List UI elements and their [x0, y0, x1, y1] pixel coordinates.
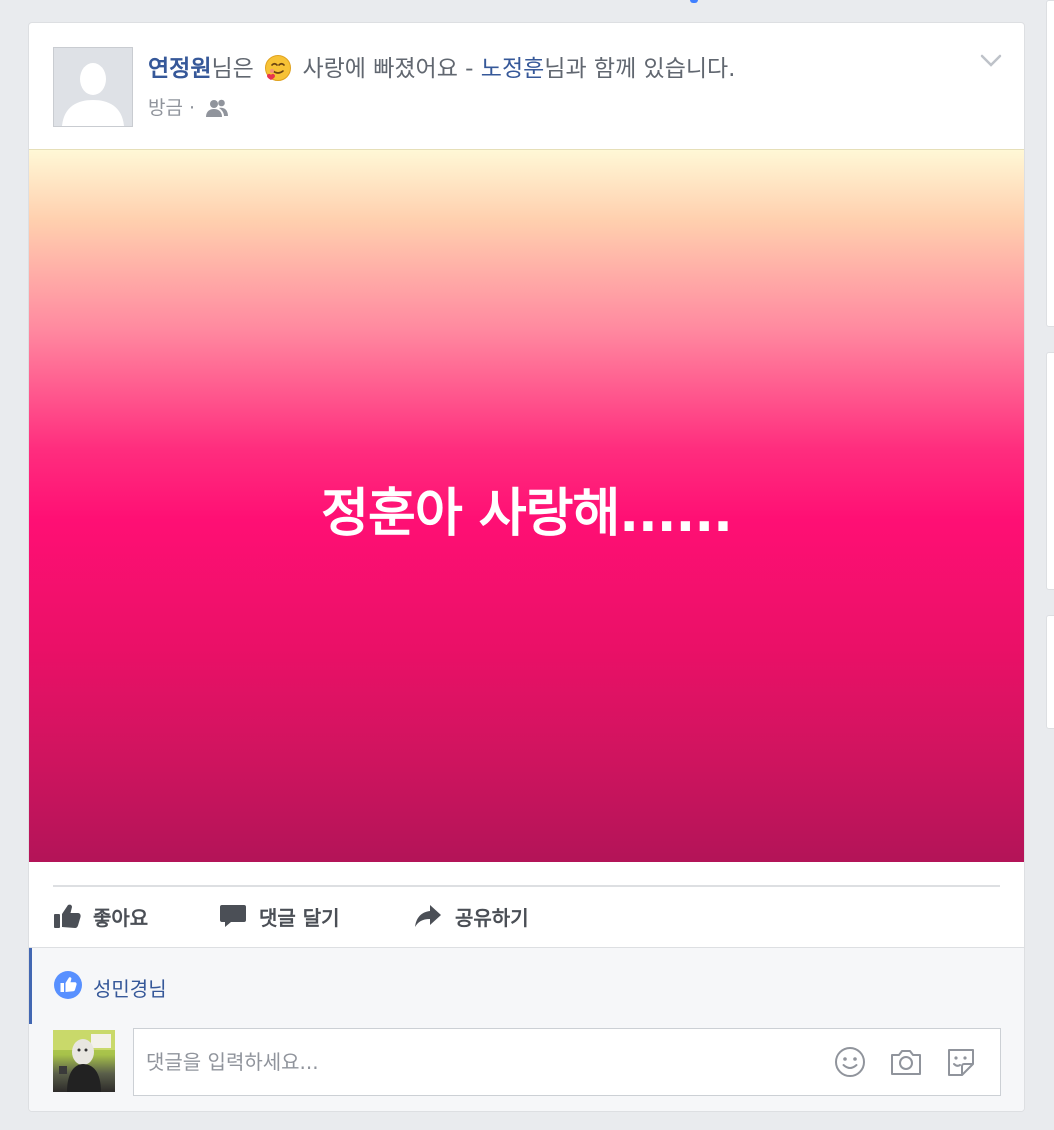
camera-icon[interactable] — [889, 1046, 923, 1082]
post-options-chevron-icon[interactable] — [980, 53, 1002, 72]
like-badge-icon — [53, 970, 83, 1005]
side-card-edge — [1046, 0, 1054, 327]
top-caret — [690, 0, 698, 3]
comment-input[interactable] — [144, 1029, 788, 1095]
comment-bubble-icon — [220, 905, 246, 927]
post-headline: 연정원님은 사랑에 빠졌어요 - 노정훈님과 함께 있습니다. — [148, 53, 736, 91]
in-love-emoji-icon — [264, 54, 292, 91]
reaction-summary[interactable]: 성민경님 — [53, 970, 167, 1005]
feeling-text: 사랑에 빠졌어요 - — [302, 56, 474, 82]
tagged-friend-link[interactable]: 노정훈 — [481, 56, 544, 82]
comment-label: 댓글 달기 — [259, 905, 340, 930]
thumbs-up-icon — [54, 904, 81, 928]
share-label: 공유하기 — [455, 905, 529, 930]
share-arrow-icon — [415, 905, 441, 927]
meta-separator: · — [189, 97, 196, 119]
share-button[interactable]: 공유하기 — [413, 895, 529, 937]
banner-text: 정훈아 사랑해...... — [321, 484, 733, 544]
like-button[interactable]: 좋아요 — [53, 895, 148, 937]
like-label: 좋아요 — [93, 905, 149, 930]
feed-post: 연정원님은 사랑에 빠졌어요 - 노정훈님과 함께 있습니다. 방금 · 정훈아… — [28, 22, 1025, 1112]
default-profile-icon — [54, 48, 132, 126]
emoji-icon[interactable] — [834, 1046, 866, 1082]
comment-button[interactable]: 댓글 달기 — [219, 895, 340, 937]
sticker-icon[interactable] — [944, 1046, 978, 1082]
tagged-suffix: 님과 함께 있습니다. — [544, 56, 736, 82]
author-link[interactable]: 연정원 — [148, 56, 211, 82]
side-card-edge — [1046, 615, 1054, 729]
user-photo — [53, 1030, 115, 1092]
profile-avatar[interactable] — [53, 47, 133, 127]
friends-icon[interactable] — [205, 98, 229, 125]
comment-composer — [133, 1028, 1001, 1096]
colored-status-banner: 정훈아 사랑해...... — [29, 149, 1024, 862]
feedback-accent-bar — [29, 948, 32, 1024]
post-actions: 좋아요 댓글 달기 공유하기 — [53, 895, 1001, 943]
liked-by-name[interactable]: 성민경님 — [93, 973, 167, 1002]
author-suffix: 님은 — [211, 56, 254, 82]
post-meta: 방금 · — [148, 95, 229, 125]
feedback-section: 성민경님 — [29, 947, 1024, 1111]
commenter-avatar[interactable] — [53, 1030, 115, 1092]
post-header: 연정원님은 사랑에 빠졌어요 - 노정훈님과 함께 있습니다. 방금 · — [29, 23, 1024, 149]
post-timestamp[interactable]: 방금 — [148, 97, 183, 119]
action-divider — [53, 885, 1000, 887]
side-card-edge — [1046, 352, 1054, 590]
